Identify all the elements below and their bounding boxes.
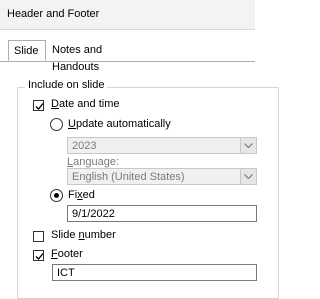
footer-label: Footer — [51, 248, 83, 260]
tab-notes-handouts[interactable]: Notes and Handouts — [47, 42, 154, 73]
include-on-slide-label: Include on slide — [25, 79, 108, 91]
update-automatically-radio[interactable] — [50, 118, 63, 131]
radio-selected-dot — [54, 193, 59, 198]
fixed-date-input[interactable]: 9/1/2022 — [67, 205, 257, 222]
tab-slide[interactable]: Slide — [8, 40, 46, 61]
slide-number-checkbox[interactable] — [33, 231, 44, 242]
dialog-titlebar: Header and Footer — [0, 0, 255, 30]
date-time-label: Date and time — [51, 98, 120, 110]
date-format-value: 2023 — [72, 140, 97, 152]
footer-checkbox[interactable] — [33, 250, 44, 261]
dialog-title: Header and Footer — [7, 8, 100, 20]
checkmark-icon — [35, 253, 44, 260]
date-format-dropdown[interactable]: 2023 — [67, 137, 257, 154]
tab-divider — [0, 61, 255, 62]
chevron-down-icon — [244, 143, 253, 148]
date-time-checkbox[interactable] — [33, 100, 44, 111]
date-format-arrow[interactable] — [240, 138, 256, 153]
chevron-down-icon — [244, 174, 253, 179]
tab-slide-label: Slide — [14, 45, 39, 57]
language-value: English (United States) — [72, 171, 185, 183]
tab-strip: Slide Notes and Handouts — [0, 40, 255, 73]
checkmark-icon — [35, 103, 44, 110]
language-arrow[interactable] — [240, 169, 256, 184]
language-dropdown[interactable]: English (United States) — [67, 168, 257, 185]
fixed-label: Fixed — [68, 189, 95, 201]
tab-notes-handouts-label: Notes and Handouts — [52, 44, 103, 73]
footer-text-value: ICT — [57, 267, 75, 279]
fixed-radio[interactable] — [50, 189, 63, 202]
footer-text-input[interactable]: ICT — [52, 264, 257, 281]
language-label: Language: — [67, 156, 120, 168]
update-automatically-label: Update automatically — [68, 118, 171, 130]
slide-number-label: Slide number — [51, 229, 116, 241]
fixed-date-value: 9/1/2022 — [72, 208, 115, 220]
